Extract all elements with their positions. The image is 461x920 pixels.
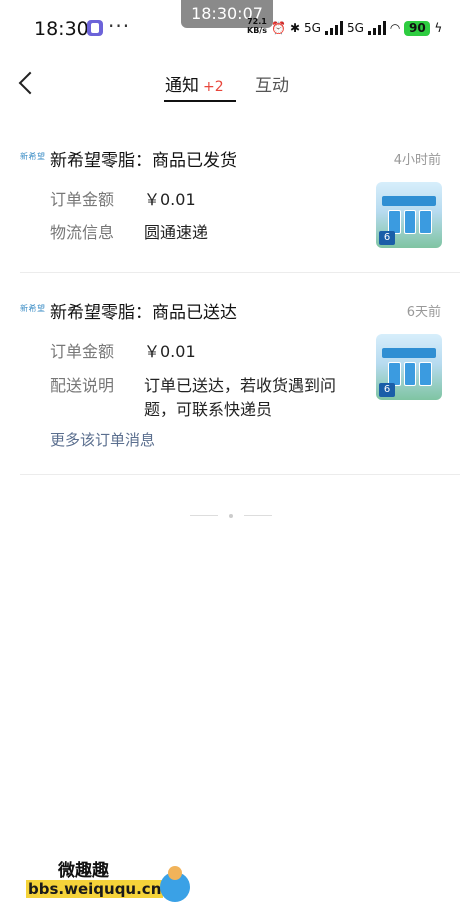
notification-title: 新希望零脂：商品已发货 (50, 151, 237, 171)
brand-logo: 新希望 (20, 152, 46, 161)
thumbnail-price: 6 (379, 383, 395, 397)
order-amount-value: ￥0.01 (144, 190, 196, 209)
logistics-value: 圆通速递 (144, 223, 209, 242)
signal-icon (324, 21, 343, 35)
notification-title: 新希望零脂：商品已送达 (50, 303, 237, 323)
brand-logo: 新希望 (20, 304, 46, 313)
back-icon[interactable] (16, 70, 40, 96)
app-notification-icon (87, 20, 103, 36)
signal-icon (367, 21, 386, 35)
watermark-mascot-icon (160, 866, 190, 902)
thumbnail-banner (382, 348, 436, 358)
delivery-note-label: 配送说明 (50, 376, 115, 395)
product-thumbnail[interactable]: 6 (376, 182, 442, 248)
delivery-note-line1: 订单已送达，若收货遇到问 (144, 376, 337, 395)
more-notifications-icon: ··· (108, 14, 131, 38)
net-speed: 72.1 KB/s (247, 17, 267, 35)
battery-icon: 90 (404, 20, 431, 36)
notification-time: 4小时前 (393, 153, 441, 168)
active-tab-indicator (164, 100, 236, 102)
notification-time: 6天前 (406, 305, 441, 320)
divider (20, 474, 460, 475)
order-amount-value: ￥0.01 (144, 342, 196, 361)
divider (20, 272, 460, 273)
watermark-title: 微趣趣 (58, 861, 109, 881)
more-order-messages-link[interactable]: 更多该订单消息 (50, 429, 155, 450)
logistics-label: 物流信息 (50, 223, 115, 242)
tab-interactions[interactable]: 互动 (255, 71, 289, 96)
tab-notifications[interactable]: 通知 +2 (165, 71, 224, 101)
watermark-url: bbs.weiququ.cn (26, 880, 164, 898)
order-amount-label: 订单金额 (50, 342, 115, 361)
alarm-icon: ⏰ (271, 21, 286, 35)
order-amount-label: 订单金额 (50, 190, 115, 209)
product-thumbnail[interactable]: 6 (376, 334, 442, 400)
status-icons: ⏰ ✱ 5G 5G ◠ 90 ϟ (271, 16, 442, 40)
end-of-list-indicator (190, 514, 272, 518)
sim1-label: 5G (304, 21, 321, 35)
bluetooth-icon: ✱ (289, 21, 301, 35)
notification-card[interactable]: 新希望 新希望零脂：商品已送达 6天前 订单金额 ￥0.01 配送说明 订单已送… (0, 292, 461, 472)
thumbnail-price: 6 (379, 231, 395, 245)
net-speed-unit: KB/s (247, 26, 267, 35)
net-speed-value: 72.1 (247, 17, 267, 26)
charging-icon: ϟ (434, 21, 443, 35)
thumbnail-products (388, 362, 433, 386)
delivery-note-line2: 题，可联系快递员 (144, 400, 273, 419)
tab-notifications-badge: +2 (203, 79, 224, 95)
status-time: 18:30 (34, 18, 89, 40)
wifi-icon: ◠ (389, 21, 401, 35)
sim2-label: 5G (346, 21, 364, 35)
status-bar: 18:30 ··· 18:30:07 72.1 KB/s ⏰ ✱ 5G 5G ◠… (0, 0, 461, 58)
notification-card[interactable]: 新希望 新希望零脂：商品已发货 4小时前 订单金额 ￥0.01 物流信息 圆通速… (0, 140, 461, 270)
thumbnail-banner (382, 196, 436, 206)
tab-notifications-label: 通知 (165, 76, 199, 96)
thumbnail-products (388, 210, 433, 234)
